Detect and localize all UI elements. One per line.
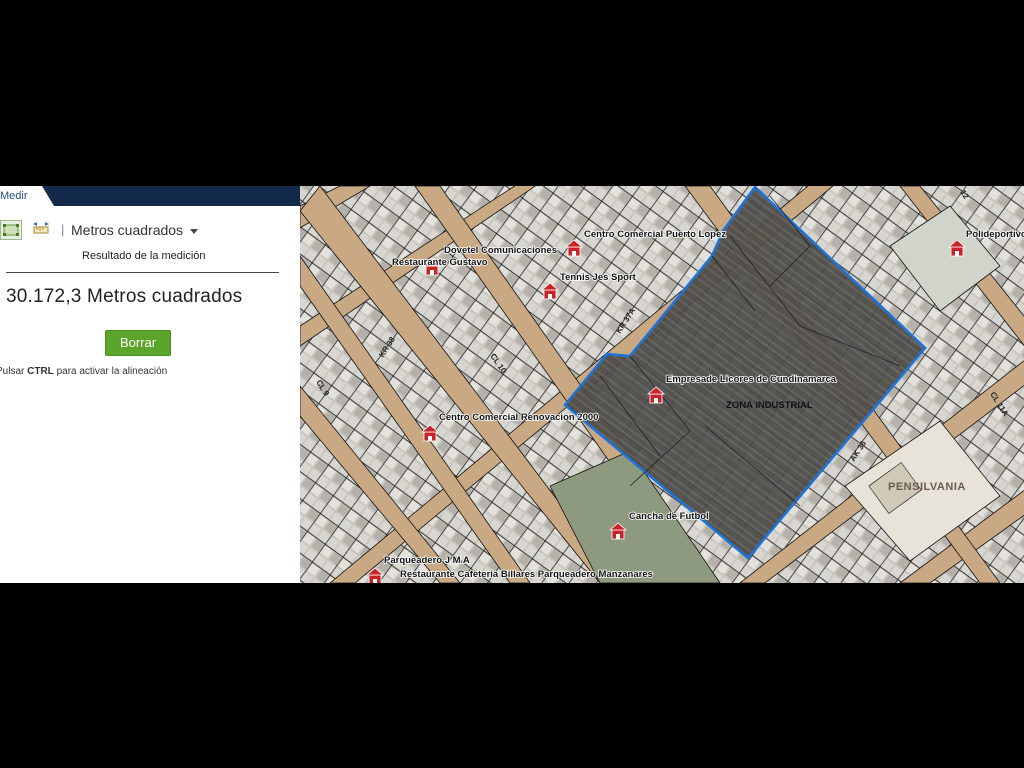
poi-label: Cancha de Futbol bbox=[629, 511, 709, 522]
poi-marker[interactable]: Restaurante Cafeteria Billares Parqueade… bbox=[399, 568, 654, 581]
poi-label: Dovetel Comunicaciones bbox=[444, 245, 557, 256]
toolbar-separator: | bbox=[61, 222, 65, 237]
poi-label: Parqueadero J M A bbox=[384, 555, 470, 566]
hint-key: CTRL bbox=[27, 366, 54, 377]
hint-suffix: para activar la alineación bbox=[53, 366, 168, 377]
snap-hint: Pulsar CTRL para activar la alineación bbox=[0, 366, 167, 377]
clear-button[interactable]: Borrar bbox=[105, 330, 171, 356]
poi-label: Polideportivo bbox=[966, 229, 1024, 240]
distance-tool-button[interactable] bbox=[30, 220, 52, 240]
area-measure-icon bbox=[3, 224, 19, 236]
poi-label: Tennis Jes Sport bbox=[560, 272, 637, 283]
measurement-result: 30.172,3 Metros cuadrados bbox=[6, 286, 243, 307]
tab-notch bbox=[42, 186, 54, 206]
map-canvas[interactable]: KR 38 CL 10 CL 9 KR 37A AK 36 CL 11A 12 … bbox=[300, 186, 1024, 583]
poi-label: Restaurante Cafeteria Billares Parqueade… bbox=[400, 569, 653, 580]
poi-label: Centro Comercial Puerto Lopez bbox=[584, 229, 726, 240]
zone-label: PENSILVANIA bbox=[888, 481, 966, 493]
unit-dropdown[interactable]: Metros cuadrados bbox=[71, 220, 199, 240]
distance-measure-icon bbox=[33, 222, 49, 234]
hint-prefix: Pulsar bbox=[0, 366, 25, 377]
zone-label: ZONA INDUSTRIAL bbox=[726, 400, 813, 411]
tab-medir[interactable]: Medir bbox=[0, 186, 42, 206]
app-window: Medir | Metros cuadrados Resultado de la… bbox=[0, 186, 1024, 583]
unit-dropdown-value: Metros cuadrados bbox=[71, 222, 184, 238]
measure-panel: Medir | Metros cuadrados Resultado de la… bbox=[0, 186, 300, 583]
poi-label: Empresade Licores de Cundinamarca bbox=[666, 374, 837, 385]
result-label: Resultado de la medición bbox=[82, 250, 206, 262]
panel-header-bar: Medir bbox=[0, 186, 300, 206]
map-view[interactable]: KR 38 CL 10 CL 9 KR 37A AK 36 CL 11A 12 … bbox=[300, 186, 1024, 583]
poi-marker[interactable]: Restaurante Gustavo bbox=[391, 256, 488, 269]
poi-label: Restaurante Gustavo bbox=[392, 257, 488, 268]
area-tool-button[interactable] bbox=[0, 220, 22, 240]
caret-down-icon bbox=[190, 228, 199, 234]
divider bbox=[6, 272, 279, 273]
poi-label: Centro Comercial Renovacion 2000 bbox=[439, 412, 598, 423]
